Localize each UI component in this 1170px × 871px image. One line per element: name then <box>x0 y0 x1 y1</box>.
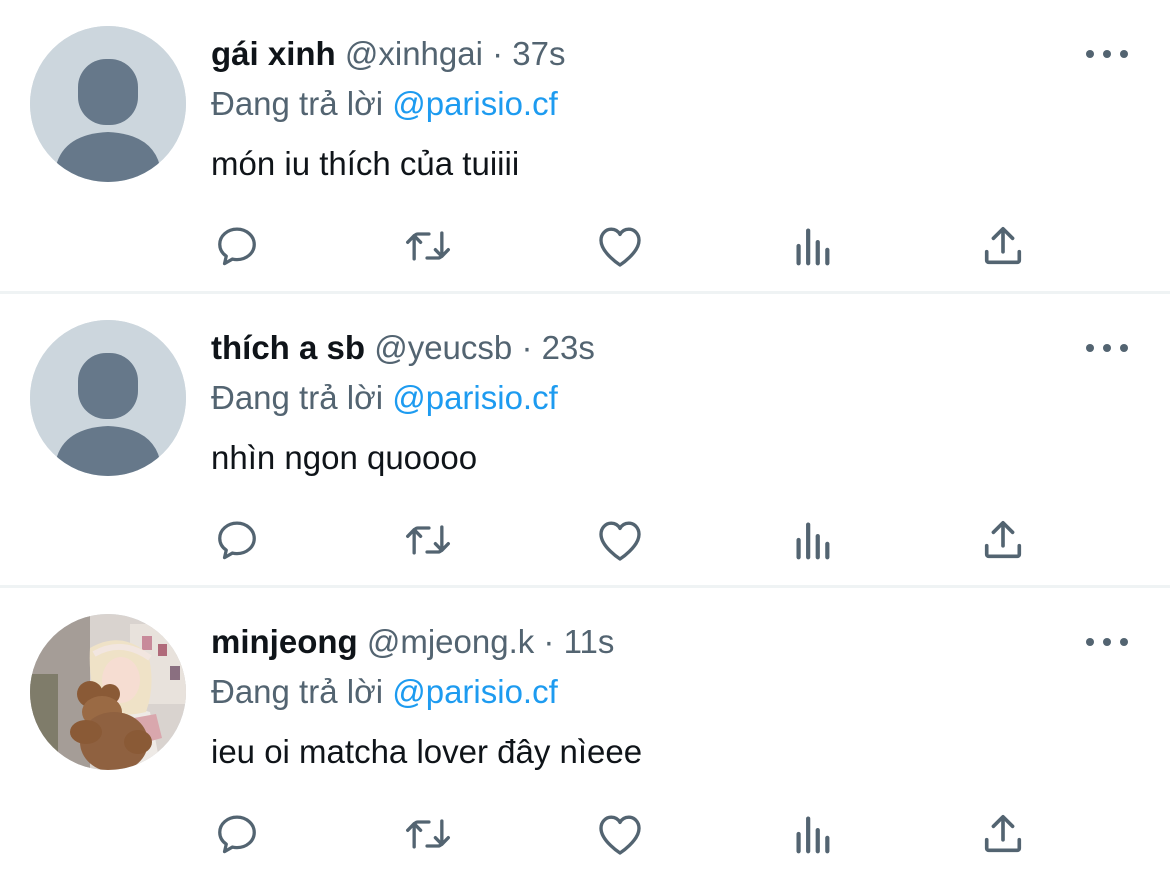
avatar[interactable] <box>30 320 186 476</box>
reply-tweet[interactable]: thích a sb @yeucsb · 23s Đang trả lời @p… <box>0 294 1170 588</box>
reply-icon <box>218 227 256 266</box>
share-button[interactable] <box>979 810 1027 858</box>
retweet-button[interactable] <box>404 516 452 564</box>
tweet-text: món iu thích của tuiiii <box>211 145 520 182</box>
mention-link[interactable]: @parisio.cf <box>392 673 558 710</box>
action-bar <box>0 516 1170 564</box>
display-name[interactable]: thích a sb <box>211 329 365 366</box>
separator-dot: · <box>521 329 533 366</box>
tweet-header: gái xinh @xinhgai · 37s <box>211 32 566 76</box>
reply-feed: gái xinh @xinhgai · 37s Đang trả lời @pa… <box>0 0 1170 871</box>
views-button[interactable] <box>788 810 836 858</box>
more-options-icon[interactable] <box>1084 630 1130 654</box>
like-icon <box>599 815 641 855</box>
reply-button[interactable] <box>213 516 261 564</box>
avatar[interactable] <box>30 26 186 182</box>
timestamp[interactable]: 23s <box>542 329 595 366</box>
retweet-button[interactable] <box>404 222 452 270</box>
display-name[interactable]: minjeong <box>211 623 358 660</box>
user-handle[interactable]: @mjeong.k <box>367 623 534 660</box>
default-avatar-icon <box>30 320 186 476</box>
replying-to-label: Đang trả lời <box>211 379 384 416</box>
reply-button[interactable] <box>213 810 261 858</box>
reply-tweet[interactable]: gái xinh @xinhgai · 37s Đang trả lời @pa… <box>0 0 1170 294</box>
tweet-text: nhìn ngon quoooo <box>211 439 478 476</box>
share-icon <box>984 814 1022 853</box>
more-options-icon[interactable] <box>1084 336 1130 360</box>
display-name[interactable]: gái xinh <box>211 35 336 72</box>
like-icon <box>599 521 641 561</box>
retweet-icon <box>406 525 450 555</box>
reply-icon <box>218 815 256 854</box>
reply-button[interactable] <box>213 222 261 270</box>
replying-to-label: Đang trả lời <box>211 85 384 122</box>
views-button[interactable] <box>788 516 836 564</box>
tweet-header: minjeong @mjeong.k · 11s <box>211 620 614 664</box>
mention-link[interactable]: @parisio.cf <box>392 379 558 416</box>
share-button[interactable] <box>979 516 1027 564</box>
share-icon <box>984 226 1022 265</box>
profile-photo <box>30 614 186 770</box>
reply-icon <box>218 521 256 560</box>
views-button[interactable] <box>788 222 836 270</box>
like-button[interactable] <box>596 222 644 270</box>
like-icon <box>599 227 641 267</box>
share-icon <box>984 520 1022 559</box>
like-button[interactable] <box>596 516 644 564</box>
replying-to: Đang trả lời @parisio.cf <box>211 670 558 714</box>
views-icon <box>796 816 830 854</box>
retweet-icon <box>406 231 450 261</box>
avatar[interactable] <box>30 614 186 770</box>
user-handle[interactable]: @yeucsb <box>374 329 512 366</box>
mention-link[interactable]: @parisio.cf <box>392 85 558 122</box>
tweet-text: ieu oi matcha lover đây nìeee <box>211 733 643 770</box>
retweet-button[interactable] <box>404 810 452 858</box>
replying-to: Đang trả lời @parisio.cf <box>211 376 558 420</box>
like-button[interactable] <box>596 810 644 858</box>
user-handle[interactable]: @xinhgai <box>345 35 483 72</box>
replying-to: Đang trả lời @parisio.cf <box>211 82 558 126</box>
timestamp[interactable]: 37s <box>512 35 565 72</box>
share-button[interactable] <box>979 222 1027 270</box>
views-icon <box>796 228 830 266</box>
retweet-icon <box>406 819 450 849</box>
views-icon <box>796 522 830 560</box>
more-options-icon[interactable] <box>1084 42 1130 66</box>
default-avatar-icon <box>30 26 186 182</box>
separator-dot: · <box>492 35 504 72</box>
action-bar <box>0 810 1170 858</box>
tweet-header: thích a sb @yeucsb · 23s <box>211 326 595 370</box>
reply-tweet[interactable]: minjeong @mjeong.k · 11s Đang trả lời @p… <box>0 588 1170 871</box>
replying-to-label: Đang trả lời <box>211 673 384 710</box>
timestamp[interactable]: 11s <box>564 623 615 660</box>
separator-dot: · <box>543 623 555 660</box>
action-bar <box>0 222 1170 270</box>
